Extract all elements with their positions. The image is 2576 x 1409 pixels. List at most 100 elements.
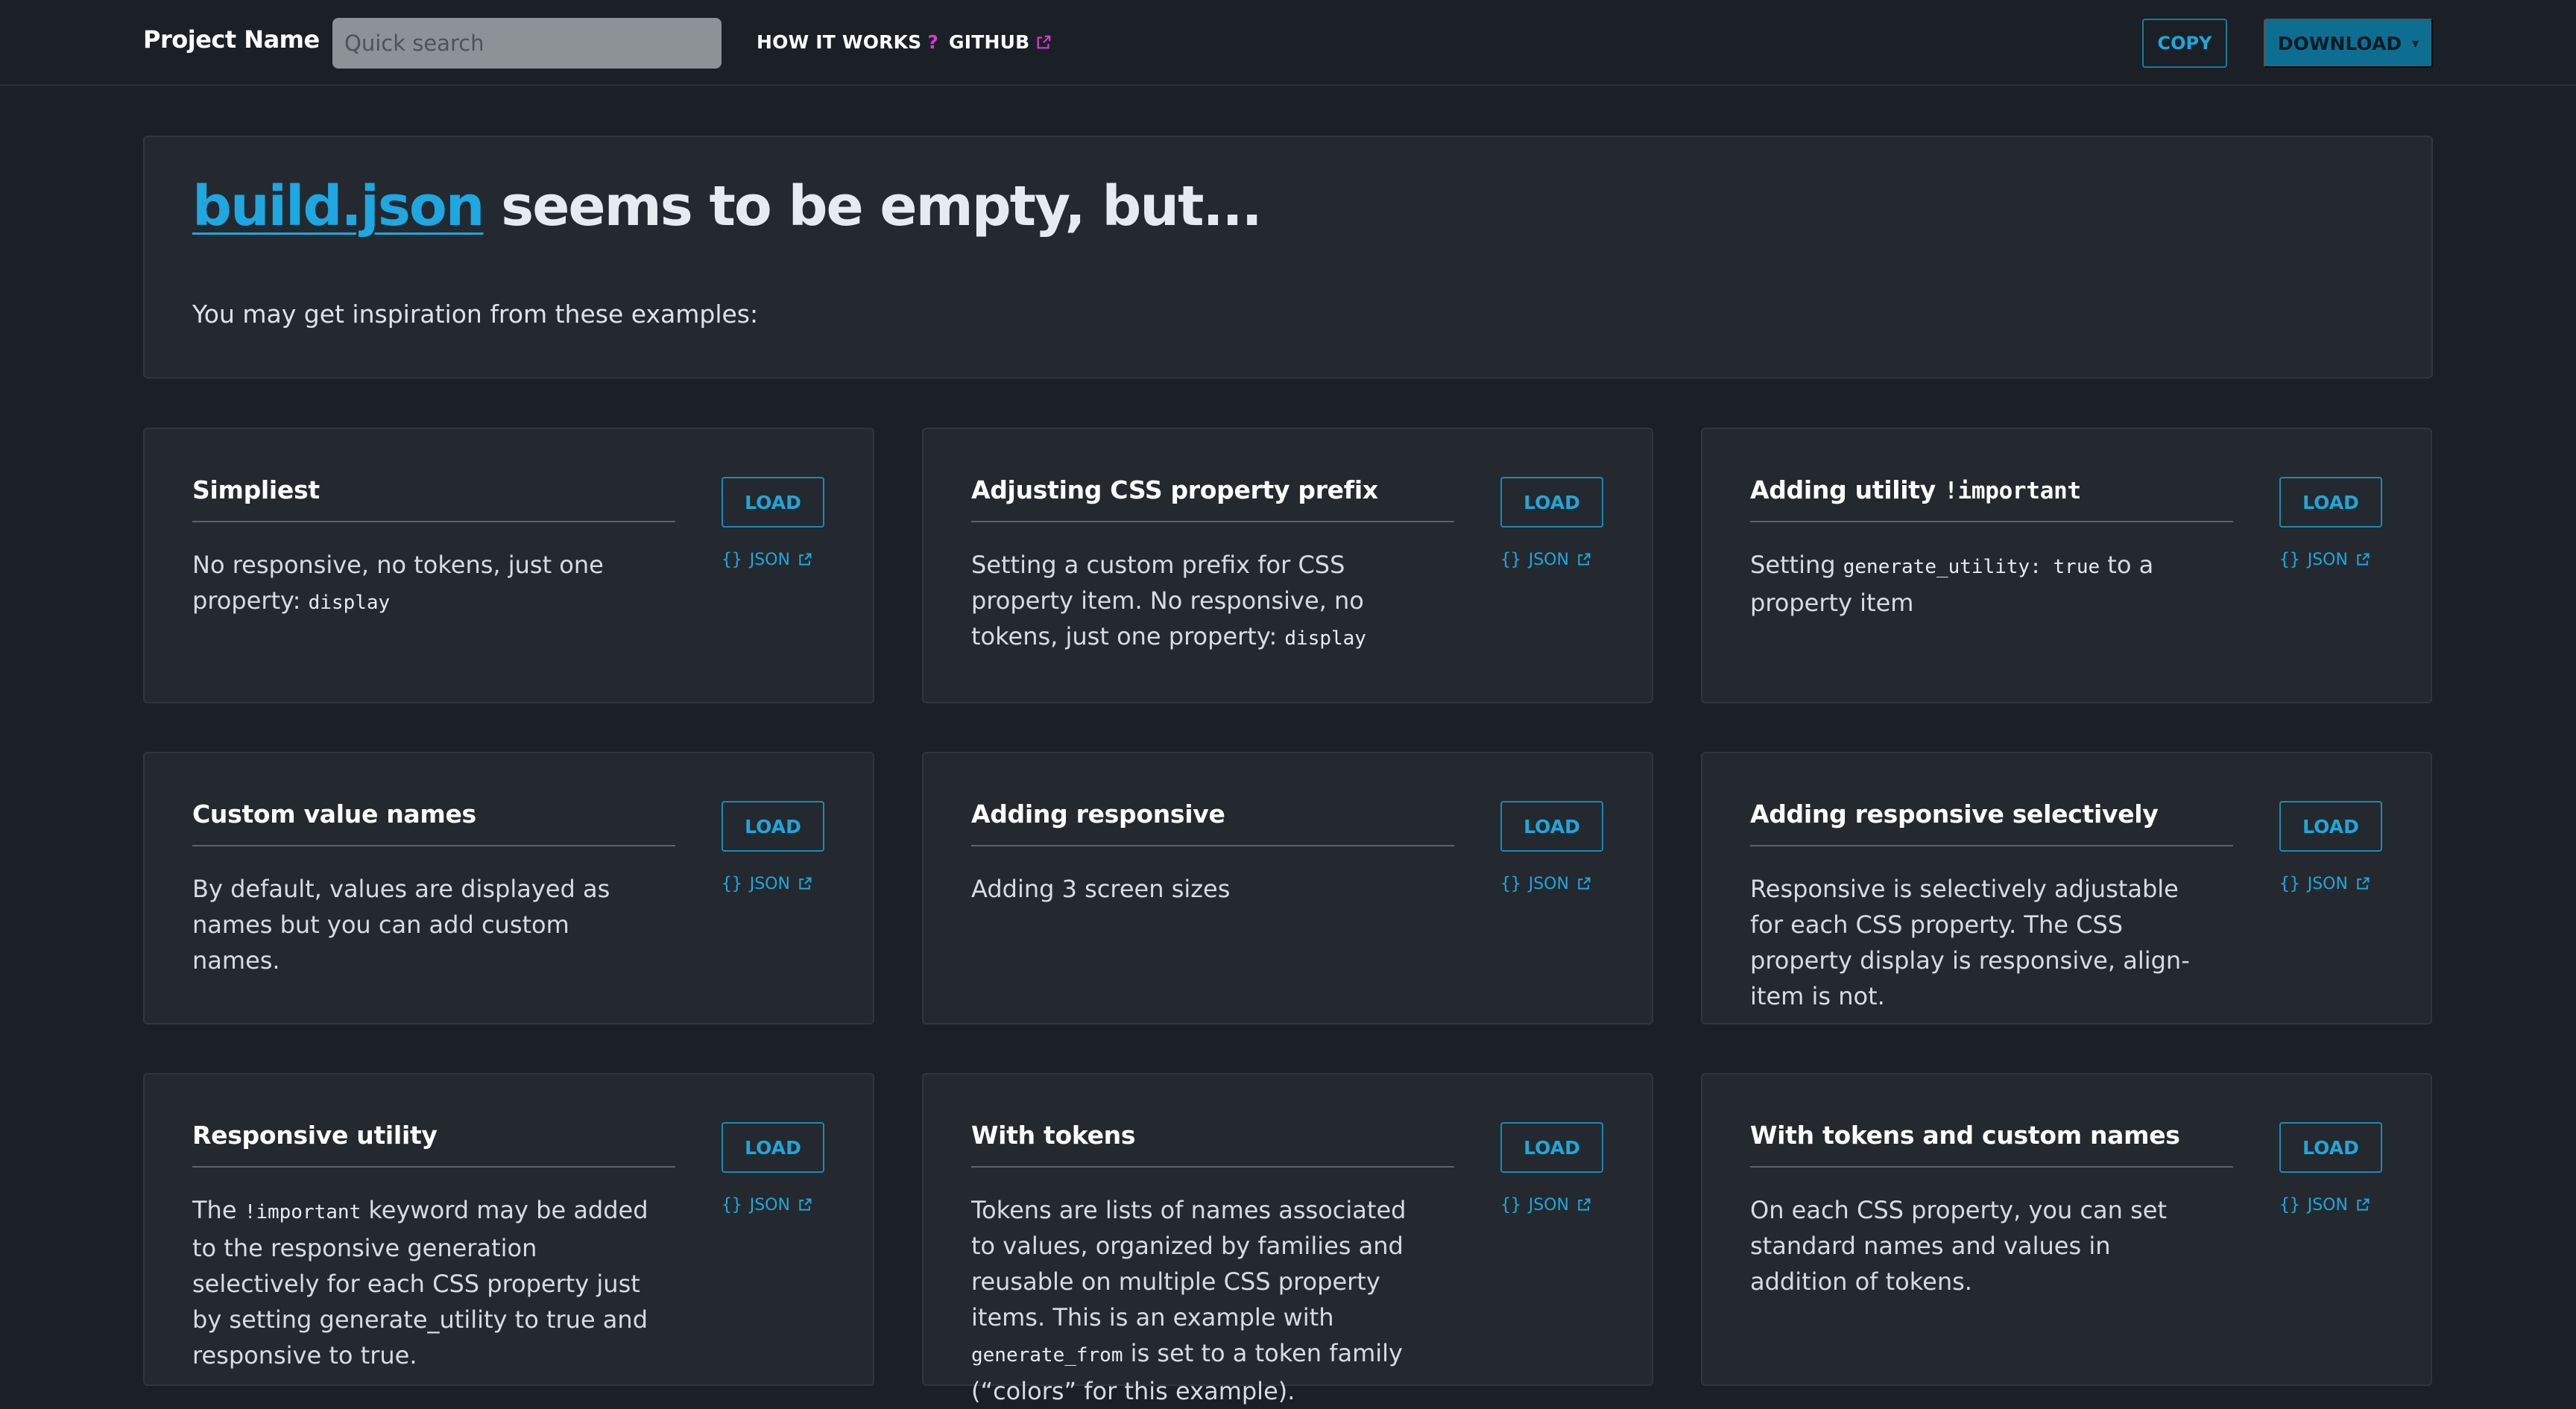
example-title: Responsive utility: [192, 1121, 675, 1168]
json-label: JSON: [1528, 1195, 1569, 1215]
external-link-icon: [2357, 877, 2370, 890]
example-description-code: display: [308, 592, 391, 614]
example-description-text: Setting: [1750, 551, 1843, 579]
how-it-works-link[interactable]: HOW IT WORKS ?: [757, 31, 938, 53]
json-link[interactable]: {} JSON: [2279, 1195, 2370, 1215]
example-title: Custom value names: [192, 800, 675, 846]
load-button[interactable]: LOAD: [1500, 801, 1603, 852]
json-link[interactable]: {} JSON: [722, 1195, 812, 1215]
load-button[interactable]: LOAD: [722, 801, 824, 852]
example-description-code: display: [1284, 627, 1366, 650]
top-navbar: Project Name HOW IT WORKS ? GITHUB COPY …: [0, 0, 2576, 86]
load-button[interactable]: LOAD: [722, 1122, 824, 1173]
example-description-text: Tokens are lists of names associated to …: [971, 1196, 1407, 1332]
example-description: On each CSS property, you can set standa…: [1750, 1192, 2212, 1299]
external-link-icon: [1578, 877, 1591, 890]
example-card: With tokens Tokens are lists of names ass…: [922, 1073, 1653, 1405]
example-card: Adding responsive selectively Responsive …: [1701, 752, 2432, 1025]
example-description: Setting generate_utility: true to a prop…: [1750, 547, 2212, 621]
json-label: JSON: [749, 550, 790, 569]
example-description: No responsive, no tokens, just one prope…: [192, 547, 654, 621]
example-title: With tokens: [971, 1121, 1454, 1168]
example-title-text: Adding utility: [1750, 475, 1945, 504]
external-link-icon: [1037, 35, 1051, 48]
download-label: DOWNLOAD: [2277, 32, 2402, 54]
json-label: JSON: [1528, 874, 1569, 893]
github-label: GITHUB: [949, 31, 1030, 53]
example-description: The !important keyword may be added to t…: [192, 1192, 654, 1373]
json-label: JSON: [2307, 550, 2348, 569]
help-mark-icon: ?: [927, 31, 939, 53]
example-description-text: Adding 3 screen sizes: [971, 875, 1231, 903]
search-input[interactable]: [332, 18, 722, 69]
page-title: build.json seems to be empty, but...: [192, 174, 1263, 238]
example-title: With tokens and custom names: [1750, 1121, 2233, 1168]
example-card: Adjusting CSS property prefix Setting a c…: [922, 428, 1653, 703]
example-title: Adding responsive selectively: [1750, 800, 2233, 846]
example-title: Adjusting CSS property prefix: [971, 475, 1454, 522]
json-link[interactable]: {} JSON: [1500, 1195, 1591, 1215]
braces-icon: {}: [722, 874, 742, 893]
example-title: Adding utility !important: [1750, 475, 2233, 522]
external-link-icon: [1578, 553, 1591, 566]
json-link[interactable]: {} JSON: [1500, 874, 1591, 893]
example-title: Adding responsive: [971, 800, 1454, 846]
build-json-link[interactable]: build.json: [192, 174, 484, 238]
example-title: Simpliest: [192, 475, 675, 522]
load-button[interactable]: LOAD: [2279, 477, 2382, 528]
example-card: Adding responsive Adding 3 screen sizes LO…: [922, 752, 1653, 1025]
page-title-rest: seems to be empty, but...: [483, 174, 1263, 238]
load-button[interactable]: LOAD: [2279, 1122, 2382, 1173]
download-button[interactable]: DOWNLOAD ▾: [2264, 19, 2433, 68]
example-description-text: Responsive is selectively adjustable for…: [1750, 875, 2190, 1010]
load-button[interactable]: LOAD: [2279, 801, 2382, 852]
json-label: JSON: [1528, 550, 1569, 569]
json-link[interactable]: {} JSON: [2279, 874, 2370, 893]
example-description-code: generate_utility: true: [1843, 556, 2100, 578]
load-button[interactable]: LOAD: [1500, 477, 1603, 528]
external-link-icon: [799, 877, 812, 890]
json-link[interactable]: {} JSON: [1500, 550, 1591, 569]
example-description-text: By default, values are displayed as name…: [192, 875, 610, 975]
brand-title[interactable]: Project Name: [143, 25, 320, 54]
example-description-code: generate_from: [971, 1344, 1123, 1367]
braces-icon: {}: [1500, 550, 1521, 569]
github-link[interactable]: GITHUB: [949, 31, 1052, 53]
example-card: Simpliest No responsive, no tokens, just …: [143, 428, 874, 703]
example-title-code: !important: [1944, 478, 2081, 504]
example-description: Tokens are lists of names associated to …: [971, 1192, 1433, 1409]
example-description: Setting a custom prefix for CSS property…: [971, 547, 1433, 656]
example-card: Custom value names By default, values are…: [143, 752, 874, 1025]
braces-icon: {}: [2279, 550, 2300, 569]
external-link-icon: [2357, 1198, 2370, 1211]
example-description: Adding 3 screen sizes: [971, 871, 1433, 907]
braces-icon: {}: [722, 550, 742, 569]
braces-icon: {}: [722, 1195, 742, 1215]
load-button[interactable]: LOAD: [722, 477, 824, 528]
external-link-icon: [799, 1198, 812, 1211]
example-description: By default, values are displayed as name…: [192, 871, 654, 978]
braces-icon: {}: [2279, 1195, 2300, 1215]
json-link[interactable]: {} JSON: [722, 550, 812, 569]
json-link[interactable]: {} JSON: [2279, 550, 2370, 569]
braces-icon: {}: [1500, 1195, 1521, 1215]
external-link-icon: [799, 553, 812, 566]
example-description-code: !important: [244, 1201, 362, 1223]
load-button[interactable]: LOAD: [1500, 1122, 1603, 1173]
example-description: Responsive is selectively adjustable for…: [1750, 871, 2212, 1014]
braces-icon: {}: [1500, 874, 1521, 893]
braces-icon: {}: [2279, 874, 2300, 893]
json-link[interactable]: {} JSON: [722, 874, 812, 893]
external-link-icon: [1578, 1198, 1591, 1211]
example-description-text: No responsive, no tokens, just one prope…: [192, 551, 604, 615]
empty-state-panel: build.json seems to be empty, but... You…: [143, 136, 2433, 379]
example-card: Responsive utility The !important keyword…: [143, 1073, 874, 1386]
copy-button[interactable]: COPY: [2142, 19, 2227, 68]
chevron-down-icon: ▾: [2412, 35, 2419, 51]
json-label: JSON: [2307, 874, 2348, 893]
json-label: JSON: [749, 1195, 790, 1215]
external-link-icon: [2357, 553, 2370, 566]
example-card: Adding utility !important Setting generat…: [1701, 428, 2432, 703]
how-it-works-label: HOW IT WORKS: [757, 31, 922, 53]
example-card: With tokens and custom names On each CSS …: [1701, 1073, 2432, 1386]
